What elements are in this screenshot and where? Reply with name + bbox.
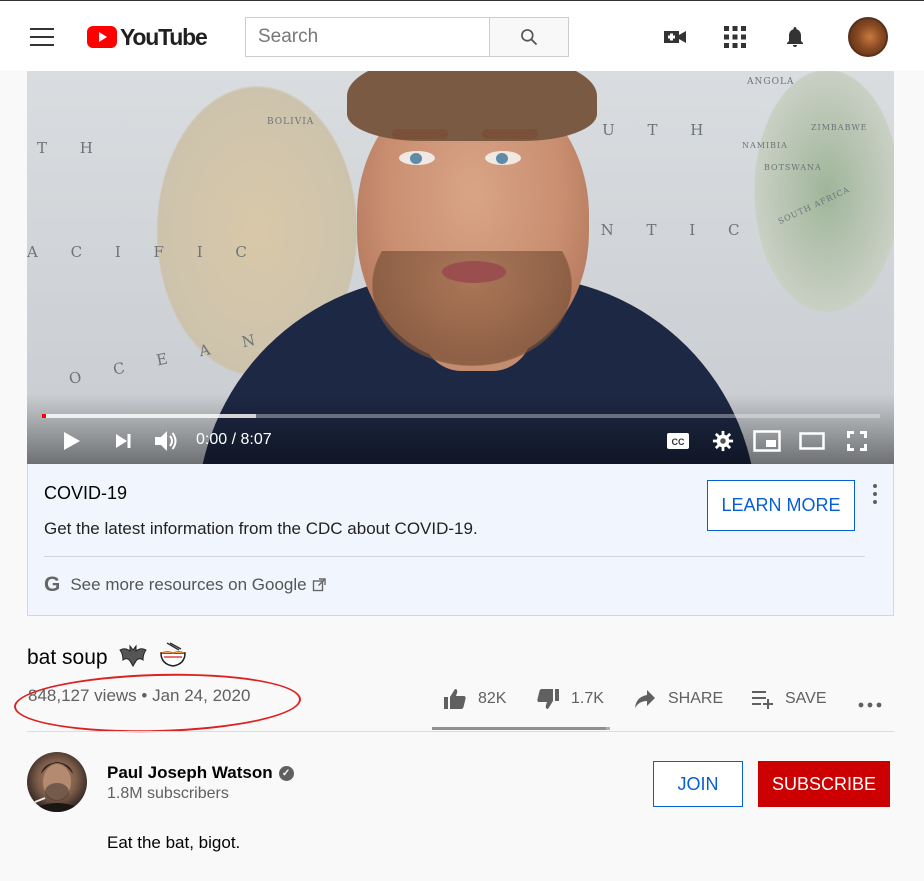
- red-annotation-ellipse: [13, 670, 302, 736]
- channel-name[interactable]: Paul Joseph Watson ✓: [107, 763, 294, 783]
- svg-text:CC: CC: [672, 437, 685, 447]
- more-actions-icon[interactable]: [858, 692, 882, 718]
- share-icon: [635, 690, 655, 708]
- join-button[interactable]: JOIN: [653, 761, 743, 807]
- google-icon: G: [44, 573, 61, 596]
- more-options-icon[interactable]: [866, 482, 884, 506]
- playlist-add-icon: [752, 691, 773, 709]
- volume-button[interactable]: [153, 428, 179, 454]
- captions-button[interactable]: CC: [665, 428, 691, 454]
- google-resources-link-text: See more resources on Google: [70, 575, 307, 594]
- presenter-hair: [347, 71, 597, 141]
- sentiment-bar: [432, 727, 610, 730]
- video-description: Eat the bat, bigot.: [107, 833, 241, 852]
- divider: [27, 731, 894, 732]
- subscribe-button[interactable]: SUBSCRIBE: [758, 761, 890, 807]
- dislike-button[interactable]: 1.7K: [535, 686, 604, 712]
- learn-more-button[interactable]: LEARN MORE: [707, 480, 855, 531]
- create-video-icon[interactable]: [663, 25, 687, 49]
- presenter-eye: [399, 151, 435, 165]
- next-button[interactable]: [113, 428, 133, 454]
- presenter-brow: [392, 129, 448, 139]
- miniplayer-icon: [753, 430, 781, 452]
- thumbs-down-icon: [537, 689, 559, 709]
- share-button[interactable]: SHARE: [634, 686, 723, 712]
- theater-mode-button[interactable]: [799, 428, 825, 454]
- video-title-text: bat soup: [27, 646, 108, 669]
- miniplayer-button[interactable]: [753, 428, 781, 454]
- search-input[interactable]: [245, 17, 489, 57]
- covid-info-panel: COVID-19 Get the latest information from…: [27, 464, 894, 616]
- map-label: A C I F I C: [27, 243, 261, 261]
- settings-button[interactable]: [711, 428, 735, 454]
- closed-captions-icon: CC: [667, 433, 689, 449]
- covid-panel-description: Get the latest information from the CDC …: [44, 519, 478, 538]
- covid-panel-title: COVID-19: [44, 483, 128, 503]
- menu-icon[interactable]: [30, 28, 54, 46]
- presenter-brow: [482, 129, 538, 139]
- map-label: BOTSWANA: [764, 163, 822, 172]
- external-link-icon: [312, 578, 326, 592]
- thumbs-up-icon: [444, 689, 466, 709]
- map-label: T H: [37, 139, 107, 157]
- verified-checkmark-icon: ✓: [278, 765, 294, 781]
- sentiment-bar-likes: [432, 727, 607, 730]
- save-button[interactable]: SAVE: [751, 686, 827, 712]
- volume-icon: [155, 431, 177, 451]
- search-bar: [245, 17, 569, 57]
- progress-bar[interactable]: [42, 414, 880, 418]
- subscriber-count: 1.8M subscribers: [107, 785, 229, 802]
- progress-buffered: [42, 414, 256, 418]
- youtube-play-icon: [87, 26, 117, 48]
- masthead: YouTube: [0, 0, 924, 71]
- channel-avatar[interactable]: [27, 752, 87, 812]
- progress-played: [42, 414, 46, 418]
- map-label: BOLIVIA: [267, 117, 315, 127]
- presenter-mouth: [442, 261, 506, 283]
- video-player[interactable]: T H A C I F I C O C E A N O U T H A N T …: [27, 71, 894, 464]
- time-display: 0:00 / 8:07: [196, 431, 272, 448]
- map-label: ANGOLA: [747, 77, 795, 87]
- skip-next-icon: [116, 434, 131, 448]
- gear-icon: [712, 430, 734, 452]
- play-button[interactable]: [61, 428, 83, 454]
- covid-panel-divider: [44, 556, 865, 557]
- channel-avatar-portrait: [27, 762, 87, 812]
- soup-bowl-emoji-icon: [160, 642, 187, 667]
- fullscreen-icon: [847, 431, 867, 451]
- youtube-logo[interactable]: YouTube: [87, 24, 208, 50]
- bat-emoji-icon: [119, 644, 148, 667]
- account-avatar[interactable]: [848, 17, 888, 57]
- presenter-eye: [485, 151, 521, 165]
- video-title: bat soup: [27, 642, 187, 670]
- fullscreen-button[interactable]: [845, 428, 869, 454]
- google-resources-link[interactable]: G See more resources on Google: [44, 572, 326, 598]
- map-label: ZIMBABWE: [811, 123, 868, 132]
- map-label: NAMIBIA: [742, 141, 788, 150]
- theater-mode-icon: [799, 432, 825, 450]
- like-button[interactable]: 82K: [442, 686, 506, 712]
- play-icon: [64, 432, 80, 450]
- notifications-bell-icon[interactable]: [783, 25, 807, 49]
- search-button[interactable]: [489, 17, 569, 57]
- search-icon: [521, 29, 538, 46]
- apps-grid-icon[interactable]: [723, 25, 747, 49]
